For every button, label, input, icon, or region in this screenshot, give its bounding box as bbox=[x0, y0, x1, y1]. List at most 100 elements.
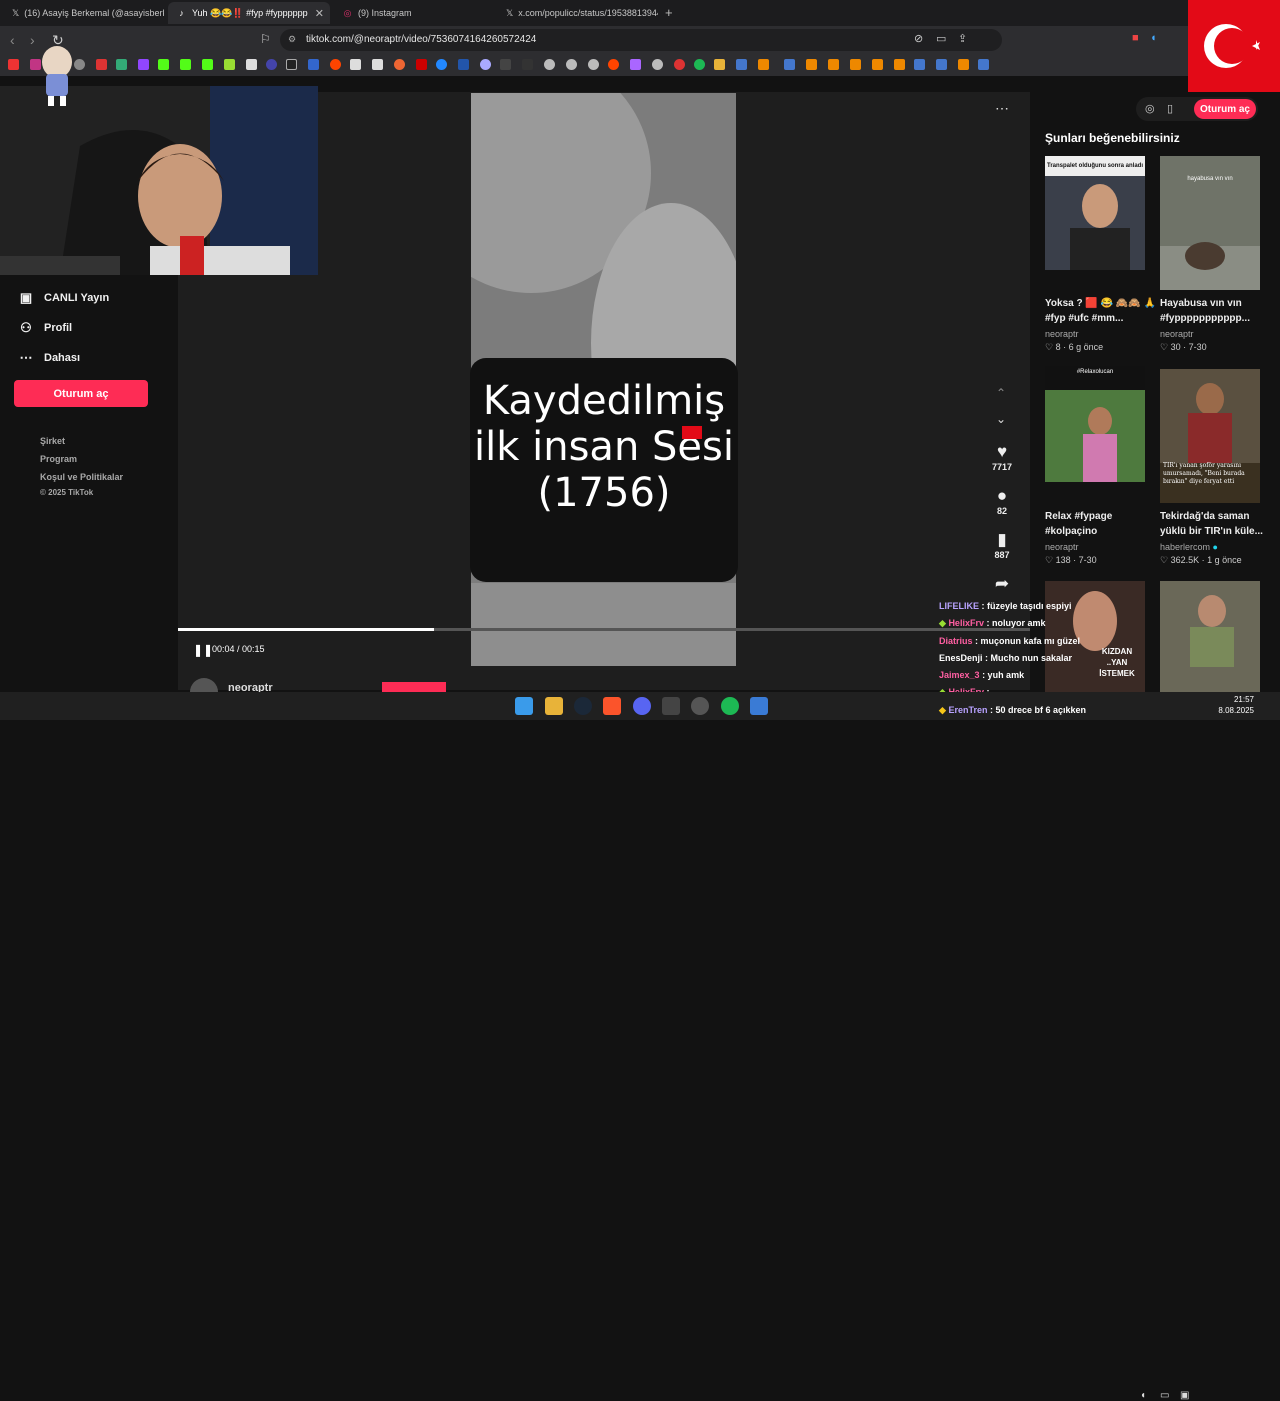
windows-start-icon[interactable] bbox=[515, 697, 533, 715]
close-tab-icon[interactable]: ✕ bbox=[315, 7, 324, 20]
url-field[interactable]: ⚙ tiktok.com/@neoraptr/video/75360741642… bbox=[280, 29, 1002, 51]
audio-icon[interactable]: ◖ bbox=[1150, 32, 1157, 44]
spotify-icon[interactable] bbox=[721, 697, 739, 715]
brave-icon[interactable] bbox=[603, 697, 621, 715]
phone-icon[interactable]: ▯ bbox=[1167, 102, 1173, 115]
rec-card-title[interactable]: Yoksa ? 🟥 😂 🙈🙈 🙏 #fyp #ufc #mm... bbox=[1045, 296, 1161, 326]
bookmark-web-icon[interactable] bbox=[480, 59, 491, 70]
bookmark-web-icon[interactable] bbox=[544, 59, 555, 70]
site-info-icon[interactable]: ⚙ bbox=[288, 34, 296, 45]
bookmark-steam-icon[interactable] bbox=[784, 59, 795, 70]
bookmark-reddit-icon[interactable] bbox=[608, 59, 619, 70]
bookmark-web-icon[interactable] bbox=[350, 59, 361, 70]
bookmark-gmail-icon[interactable] bbox=[96, 59, 107, 70]
compass-icon[interactable]: ◎ bbox=[1145, 102, 1155, 115]
app-icon[interactable] bbox=[750, 697, 768, 715]
share-icon[interactable]: ⇪ bbox=[958, 32, 967, 45]
tab-instagram[interactable]: ◎ (9) Instagram bbox=[334, 2, 494, 24]
volume-icon[interactable]: ◖ bbox=[1140, 1390, 1146, 1401]
back-icon[interactable]: ‹ bbox=[10, 32, 15, 48]
bookmark-twitch-icon[interactable] bbox=[138, 59, 149, 70]
bookmark-icon[interactable]: ⚐ bbox=[260, 32, 271, 46]
bookmark-steam-icon[interactable] bbox=[914, 59, 925, 70]
bookmark-web-icon[interactable] bbox=[266, 59, 277, 70]
rec-card-thumb[interactable] bbox=[1045, 156, 1145, 270]
login-button[interactable]: Oturum aç bbox=[14, 380, 148, 407]
bookmark-web-icon[interactable] bbox=[436, 59, 447, 70]
like-action[interactable]: ♥ 7717 bbox=[990, 442, 1014, 472]
bookmark-web-icon[interactable] bbox=[522, 59, 533, 70]
bookmark-reddit-icon[interactable] bbox=[330, 59, 341, 70]
bookmark-drive-icon[interactable] bbox=[116, 59, 127, 70]
bookmark-steam-icon[interactable] bbox=[936, 59, 947, 70]
top-login-button[interactable]: Oturum aç bbox=[1194, 99, 1256, 119]
bookmark-steam-icon[interactable] bbox=[736, 59, 747, 70]
bookmark-web-icon[interactable] bbox=[652, 59, 663, 70]
pause-icon[interactable]: ❚❚ bbox=[193, 643, 213, 657]
rec-card-title[interactable]: Relax #fypage #kolpaçino bbox=[1045, 509, 1161, 539]
bookmark-kick-icon[interactable] bbox=[180, 59, 191, 70]
steam-icon[interactable] bbox=[574, 697, 592, 715]
bookmark-web-icon[interactable] bbox=[958, 59, 969, 70]
tab-x-asayis[interactable]: 𝕏 (16) Asayiş Berkemal (@asayisberkem bbox=[4, 2, 164, 24]
next-video-icon[interactable]: ⌄ bbox=[996, 412, 1006, 426]
rec-card-title[interactable]: Tekirdağ'da saman yüklü bir TIR'ın küle.… bbox=[1160, 509, 1276, 539]
footer-program-link[interactable]: Program bbox=[40, 454, 77, 464]
save-action[interactable]: ▮ 887 bbox=[990, 530, 1014, 560]
bookmark-web-icon[interactable] bbox=[694, 59, 705, 70]
camera-off-icon[interactable]: ⊘ bbox=[914, 32, 923, 45]
follow-button[interactable] bbox=[382, 682, 446, 692]
bookmark-web-icon[interactable] bbox=[758, 59, 769, 70]
obs-icon[interactable] bbox=[691, 697, 709, 715]
bookmark-web-icon[interactable] bbox=[850, 59, 861, 70]
share-action[interactable]: ➦ bbox=[990, 574, 1014, 594]
bookmark-web-icon[interactable] bbox=[224, 59, 235, 70]
file-explorer-icon[interactable] bbox=[545, 697, 563, 715]
footer-terms-link[interactable]: Koşul ve Politikalar bbox=[40, 472, 123, 482]
nav-live[interactable]: ▣ CANLI Yayın bbox=[18, 290, 109, 306]
rec-card-title[interactable]: Hayabusa vın vın #fyppppppppppp... bbox=[1160, 296, 1276, 326]
tray-icon[interactable]: ▣ bbox=[1180, 1390, 1189, 1401]
bookmark-web-icon[interactable] bbox=[566, 59, 577, 70]
bookmark-folder-icon[interactable] bbox=[714, 59, 725, 70]
footer-company-link[interactable]: Şirket bbox=[40, 436, 65, 446]
rec-card-thumb[interactable] bbox=[1160, 581, 1260, 692]
rec-card-author[interactable]: neoraptr bbox=[1045, 542, 1079, 552]
rec-card-author[interactable]: haberlercom ● bbox=[1160, 542, 1218, 552]
discord-icon[interactable] bbox=[633, 697, 651, 715]
bookmark-kick-icon[interactable] bbox=[202, 59, 213, 70]
bookmark-web-icon[interactable] bbox=[872, 59, 883, 70]
network-icon[interactable]: ▭ bbox=[1160, 1390, 1169, 1401]
nav-more[interactable]: ⋯ Dahası bbox=[18, 350, 81, 366]
bookmark-web-icon[interactable] bbox=[588, 59, 599, 70]
nav-profile[interactable]: ⚇ Profil bbox=[18, 320, 72, 336]
bookmark-web-icon[interactable] bbox=[246, 59, 257, 70]
app-icon[interactable] bbox=[662, 697, 680, 715]
bookmark-steam-icon[interactable] bbox=[978, 59, 989, 70]
rec-card-author[interactable]: neoraptr bbox=[1160, 329, 1194, 339]
bookmark-web-icon[interactable] bbox=[308, 59, 319, 70]
forward-icon[interactable]: › bbox=[30, 32, 35, 48]
bookmark-web-icon[interactable] bbox=[394, 59, 405, 70]
tab-x-populicc[interactable]: 𝕏 x.com/populicc/status/19538813944 bbox=[498, 2, 658, 24]
bookmark-web-icon[interactable] bbox=[806, 59, 817, 70]
bookmark-web-icon[interactable] bbox=[894, 59, 905, 70]
bookmark-web-icon[interactable] bbox=[372, 59, 383, 70]
rec-card-thumb[interactable] bbox=[1045, 366, 1145, 482]
bookmark-web-icon[interactable] bbox=[630, 59, 641, 70]
more-options-icon[interactable]: ⋯ bbox=[995, 100, 1009, 117]
bookmark-x-icon[interactable] bbox=[286, 59, 297, 70]
system-clock[interactable]: 21:57 8.08.2025 bbox=[1218, 694, 1254, 716]
tab-tiktok[interactable]: ♪ Yuh 😂😂‼️ #fyp #fypppppp ✕ bbox=[168, 2, 330, 24]
prev-video-icon[interactable]: ⌃ bbox=[996, 386, 1006, 400]
bookmark-youtube-icon[interactable] bbox=[8, 59, 19, 70]
bookmark-web-icon[interactable] bbox=[828, 59, 839, 70]
bookmark-kick-icon[interactable] bbox=[158, 59, 169, 70]
extension-icon[interactable]: ■ bbox=[1132, 32, 1139, 44]
rec-card-author[interactable]: neoraptr bbox=[1045, 329, 1079, 339]
bookmark-web-icon[interactable] bbox=[458, 59, 469, 70]
bookmark-web-icon[interactable] bbox=[674, 59, 685, 70]
video-progress-bar[interactable] bbox=[178, 628, 1030, 631]
bookmark-web-icon[interactable] bbox=[500, 59, 511, 70]
bookmark-web-icon[interactable] bbox=[74, 59, 85, 70]
